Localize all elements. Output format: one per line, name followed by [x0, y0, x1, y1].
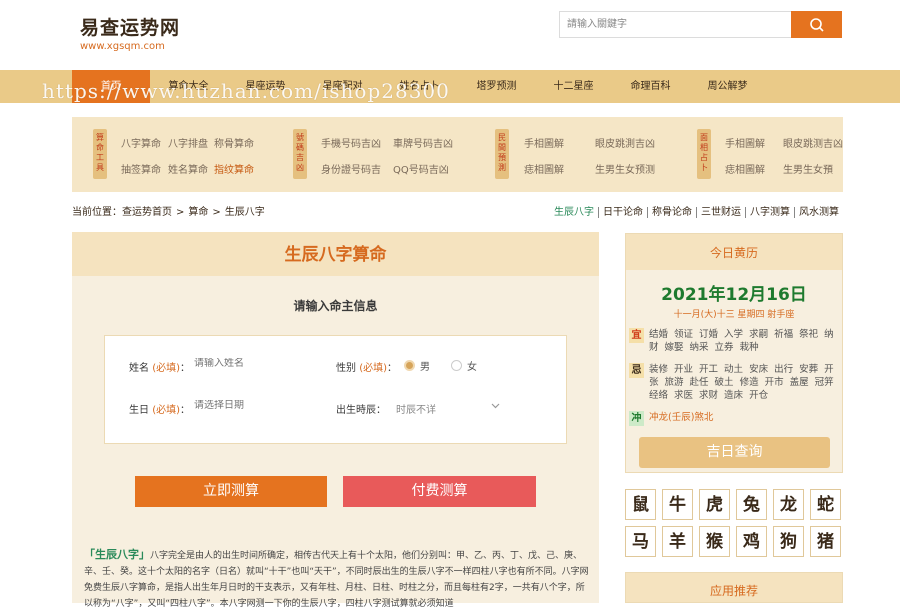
- quick-links: 生辰八字 日干论命 称骨论命 三世财运 八字测算 风水测算: [550, 203, 843, 218]
- tool-link[interactable]: 指纹算命: [214, 161, 254, 176]
- tool-link[interactable]: 八字排盘: [168, 135, 208, 150]
- zodiac-horse[interactable]: 马: [625, 526, 656, 557]
- site-logo[interactable]: 易查运势网 www.xgsqm.com: [80, 13, 180, 52]
- ji-badge: 忌: [629, 363, 644, 378]
- quick-link[interactable]: 三世财运: [696, 207, 745, 218]
- tool-group-tag: 面相占卜: [697, 129, 711, 179]
- breadcrumb: 当前位置：查运势首页 > 算命 > 生辰八字: [72, 207, 265, 218]
- quick-link[interactable]: 风水测算: [794, 207, 843, 218]
- almanac-yi: 宜 结婚 领证 订婚 入学 求嗣 祈福 祭祀 纳财 嫁娶 纳采 立券 栽种: [629, 328, 841, 354]
- nav-dream[interactable]: 周公解梦: [689, 70, 766, 103]
- paid-calc-button[interactable]: 付费测算: [343, 476, 536, 507]
- gender-label: 性别 (必填)：: [336, 363, 397, 374]
- tool-link[interactable]: 身份證号码吉: [321, 161, 381, 176]
- logo-name: 易查运势网: [80, 17, 181, 39]
- search-icon: [809, 17, 824, 32]
- almanac-date: 2021年12月16日: [661, 285, 807, 305]
- tool-link[interactable]: 眼皮跳测吉凶: [783, 135, 843, 150]
- zodiac-rabbit[interactable]: 兔: [736, 489, 767, 520]
- zodiac-monkey[interactable]: 猴: [699, 526, 730, 557]
- nav-star-match[interactable]: 星座配对: [304, 70, 381, 103]
- tool-link[interactable]: 抽签算命: [121, 161, 161, 176]
- chevron-down-icon: [491, 403, 500, 409]
- birthday-field[interactable]: [194, 400, 304, 411]
- name-field[interactable]: [194, 358, 304, 369]
- quick-link[interactable]: 八字测算: [745, 207, 794, 218]
- bazi-description: 「生辰八字」八字完全是由人的出生时间所确定，相传古代天上有十个太阳，他们分别叫：…: [84, 548, 589, 609]
- radio-unchecked-icon: [451, 360, 462, 371]
- tool-link[interactable]: 手相圖解: [524, 135, 564, 150]
- nav-fortune[interactable]: 算命大全: [150, 70, 227, 103]
- bazi-form: 姓名 (必填)： 性别 (必填)： 男 女 生日 (必填)： 出生時辰： 时辰不…: [104, 335, 567, 444]
- tools-panel: 算命工具 八字算命 八字排盘 称骨算命 抽签算命 姓名算命 指纹算命 號碼吉凶 …: [72, 117, 843, 192]
- zodiac-dragon[interactable]: 龙: [773, 489, 804, 520]
- almanac-lunar: 十一月(大)十三 星期四 射手座: [673, 310, 795, 320]
- zodiac-ox[interactable]: 牛: [662, 489, 693, 520]
- lucky-day-button[interactable]: 吉日查询: [639, 437, 830, 468]
- birthday-label: 生日 (必填)：: [129, 405, 190, 416]
- quick-link[interactable]: 日干论命: [598, 207, 647, 218]
- breadcrumb-item[interactable]: 查运势首页: [122, 207, 172, 218]
- zodiac-rat[interactable]: 鼠: [625, 489, 656, 520]
- hour-label: 出生時辰：: [336, 405, 386, 416]
- zodiac-rooster[interactable]: 鸡: [736, 526, 767, 557]
- nav-tarot[interactable]: 塔罗预测: [458, 70, 535, 103]
- almanac-ji: 忌 装修 开业 开工 动土 安床 出行 安葬 开张 旅游 赴任 破土 修造 开市…: [629, 363, 841, 402]
- name-label: 姓名 (必填)：: [129, 363, 190, 374]
- zodiac-dog[interactable]: 狗: [773, 526, 804, 557]
- nav-name-divination[interactable]: 姓名占卜: [381, 70, 458, 103]
- tool-link[interactable]: 姓名算命: [168, 161, 208, 176]
- tool-link[interactable]: 手機号码吉凶: [321, 135, 381, 150]
- tool-link[interactable]: 生男生女預: [783, 161, 833, 176]
- quick-link[interactable]: 称骨论命: [647, 207, 696, 218]
- search-input[interactable]: [559, 11, 792, 38]
- tool-link[interactable]: 生男生女预测: [595, 161, 655, 176]
- search-button[interactable]: [791, 11, 842, 38]
- tool-link[interactable]: 痣相圖解: [725, 161, 765, 176]
- breadcrumb-item[interactable]: 生辰八字: [225, 207, 265, 218]
- nav-zodiac[interactable]: 十二星座: [535, 70, 612, 103]
- almanac-title: 今日黄历: [626, 234, 842, 270]
- tool-link[interactable]: QQ号码吉凶: [393, 161, 449, 176]
- form-subtitle: 请输入命主信息: [293, 299, 378, 313]
- panel-title: 生辰八字算命: [72, 232, 599, 276]
- nav-encyclopedia[interactable]: 命理百科: [612, 70, 689, 103]
- tool-link[interactable]: 車牌号码吉凶: [393, 135, 453, 150]
- radio-checked-icon: [404, 360, 415, 371]
- tool-link[interactable]: 痣相圖解: [524, 161, 564, 176]
- almanac-panel: 今日黄历 2021年12月16日 十一月(大)十三 星期四 射手座 宜 结婚 领…: [625, 233, 843, 473]
- zodiac-goat[interactable]: 羊: [662, 526, 693, 557]
- gender-female-radio[interactable]: 女: [451, 358, 477, 373]
- gender-male-radio[interactable]: 男: [404, 358, 430, 373]
- yi-badge: 宜: [629, 328, 644, 343]
- bazi-panel: 生辰八字算命 请输入命主信息 姓名 (必填)： 性别 (必填)： 男 女 生日 …: [72, 232, 599, 609]
- main-nav: 首页 算命大全 星座运势 星座配对 姓名占卜 塔罗预测 十二星座 命理百科 周公…: [0, 70, 900, 103]
- breadcrumb-item[interactable]: 算命: [188, 207, 208, 218]
- nav-horoscope[interactable]: 星座运势: [227, 70, 304, 103]
- tool-group-tag: 算命工具: [93, 129, 107, 179]
- free-calc-button[interactable]: 立即测算: [135, 476, 327, 507]
- tool-link[interactable]: 称骨算命: [214, 135, 254, 150]
- chong-badge: 冲: [629, 411, 644, 426]
- tool-link[interactable]: 八字算命: [121, 135, 161, 150]
- hour-select[interactable]: 时辰不详: [396, 401, 500, 416]
- zodiac-pig[interactable]: 猪: [810, 526, 841, 557]
- nav-home[interactable]: 首页: [72, 70, 150, 103]
- tool-group-tag: 號碼吉凶: [293, 129, 307, 179]
- tool-link[interactable]: 手相圖解: [725, 135, 765, 150]
- quick-link[interactable]: 生辰八字: [550, 207, 598, 218]
- breadcrumb-prefix: 当前位置：: [72, 207, 122, 218]
- logo-url: www.xgsqm.com: [80, 41, 165, 52]
- almanac-chong: 冲 冲龙(壬辰)煞北: [629, 411, 841, 426]
- tool-group-tag: 民間預測: [495, 129, 509, 179]
- zodiac-snake[interactable]: 蛇: [810, 489, 841, 520]
- tool-link[interactable]: 眼皮跳測吉凶: [595, 135, 655, 150]
- search-bar: [559, 11, 842, 38]
- apps-recommend-title: 应用推荐: [625, 572, 843, 603]
- site-header: 易查运势网 www.xgsqm.com: [0, 0, 900, 70]
- zodiac-tiger[interactable]: 虎: [699, 489, 730, 520]
